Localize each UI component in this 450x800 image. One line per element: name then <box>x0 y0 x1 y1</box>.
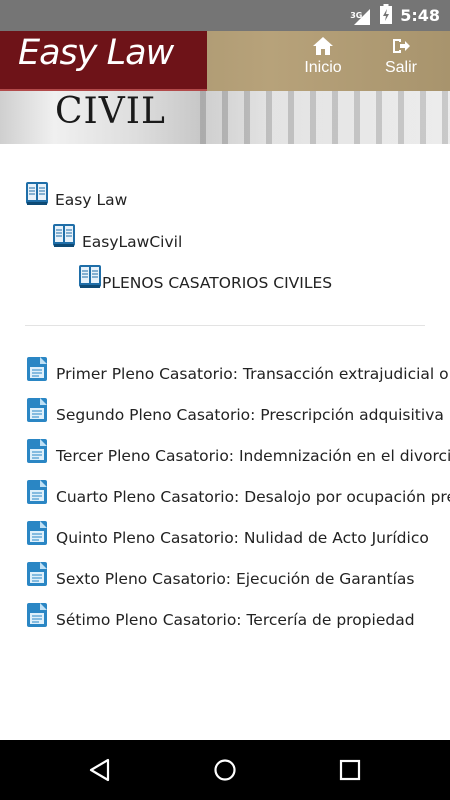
document-icon <box>27 603 47 627</box>
document-item[interactable]: Sétimo Pleno Casatorio: Tercería de prop… <box>26 601 450 629</box>
brand-logo: Easy Law <box>0 31 207 91</box>
document-item[interactable]: Cuarto Pleno Casatorio: Desalojo por ocu… <box>26 478 450 506</box>
document-label: Segundo Pleno Casatorio: Prescripción ad… <box>56 406 444 424</box>
salir-button[interactable]: Salir <box>371 37 431 77</box>
home-circle-icon[interactable] <box>213 758 237 782</box>
document-label: Sétimo Pleno Casatorio: Tercería de prop… <box>56 611 415 629</box>
network-type: 3G <box>350 10 363 20</box>
document-icon <box>27 398 47 422</box>
document-item[interactable]: Tercer Pleno Casatorio: Indemnización en… <box>26 437 450 465</box>
document-icon <box>27 562 47 586</box>
document-label: Tercer Pleno Casatorio: Indemnización en… <box>56 447 450 465</box>
book-icon <box>53 224 75 247</box>
back-icon[interactable] <box>88 758 112 782</box>
book-icon <box>26 182 48 205</box>
document-icon <box>27 521 47 545</box>
document-icon <box>27 357 47 381</box>
document-item[interactable]: Quinto Pleno Casatorio: Nulidad de Acto … <box>26 519 450 547</box>
recents-icon[interactable] <box>339 758 361 782</box>
document-icon <box>27 480 47 504</box>
divider <box>25 325 425 326</box>
document-icon <box>27 439 47 463</box>
battery-icon <box>380 3 393 28</box>
brand-title: Easy Law <box>18 33 174 73</box>
salir-label: Salir <box>384 59 417 76</box>
tree-item-label: PLENOS CASATORIOS CIVILES <box>102 274 333 292</box>
status-bar: 3G 5:48 <box>0 0 450 31</box>
document-label: Sexto Pleno Casatorio: Ejecución de Gara… <box>56 570 415 588</box>
document-item[interactable]: Segundo Pleno Casatorio: Prescripción ad… <box>26 396 450 424</box>
banner-title: CIVIL <box>55 91 166 132</box>
inicio-label: Inicio <box>304 59 342 76</box>
tree-item-plenos[interactable]: PLENOS CASATORIOS CIVILES <box>78 260 332 292</box>
courthouse-image <box>200 91 450 144</box>
exit-icon <box>393 39 410 53</box>
tree-item-label: EasyLawCivil <box>82 233 183 251</box>
signal-icon: 3G <box>350 7 372 25</box>
document-label: Cuarto Pleno Casatorio: Desalojo por ocu… <box>56 488 450 506</box>
clock: 5:48 <box>400 6 440 25</box>
document-item[interactable]: Sexto Pleno Casatorio: Ejecución de Gara… <box>26 560 450 588</box>
system-nav-bar <box>0 740 450 800</box>
document-label: Primer Pleno Casatorio: Transacción extr… <box>56 365 449 383</box>
tree-item-easylawcivil[interactable]: EasyLawCivil <box>52 219 182 251</box>
home-icon <box>313 37 333 55</box>
document-label: Quinto Pleno Casatorio: Nulidad de Acto … <box>56 529 429 547</box>
header-banner: CIVIL <box>0 91 450 144</box>
tree-item-easy-law[interactable]: Easy Law <box>25 177 127 209</box>
document-item[interactable]: Primer Pleno Casatorio: Transacción extr… <box>26 355 450 383</box>
app-header: Easy Law Inicio Salir CIVIL <box>0 31 450 144</box>
inicio-button[interactable]: Inicio <box>293 37 353 77</box>
book-icon <box>79 265 101 288</box>
tree-item-label: Easy Law <box>55 191 128 209</box>
